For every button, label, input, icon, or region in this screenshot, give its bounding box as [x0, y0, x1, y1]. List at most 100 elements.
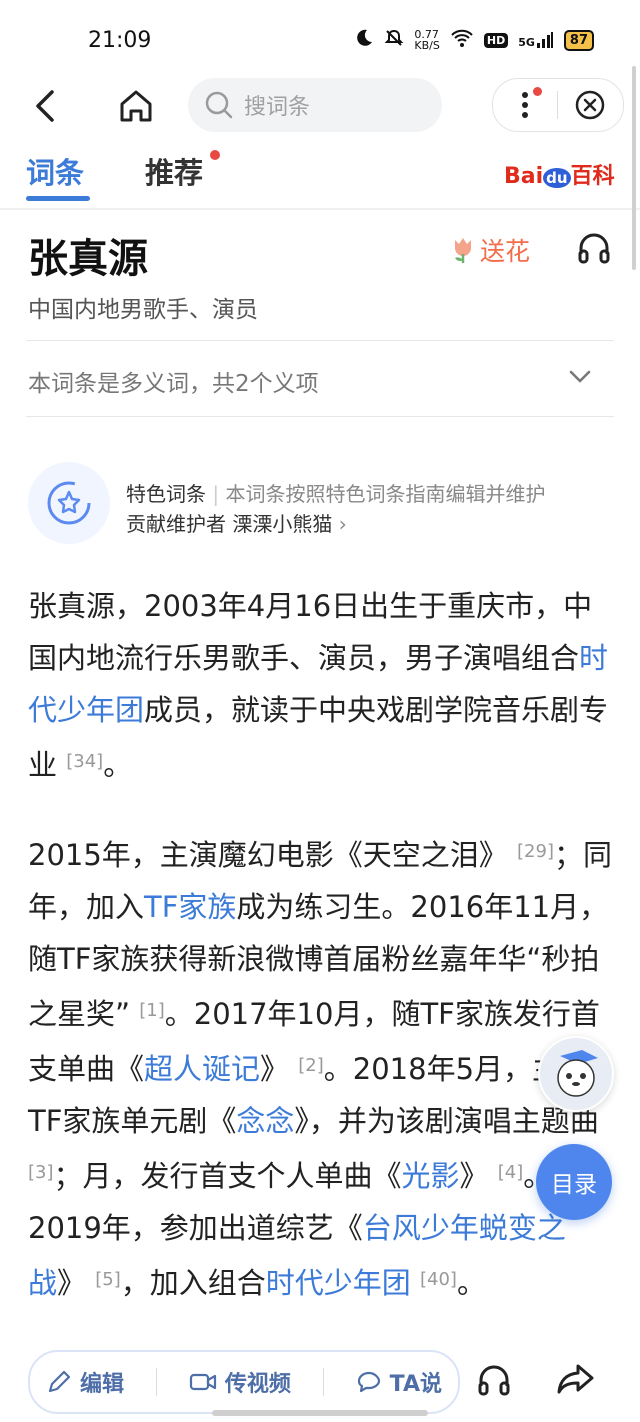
more-button[interactable] [493, 79, 557, 131]
text: 。 [103, 748, 133, 782]
action-pill: 编辑 传视频 TA说 [28, 1350, 460, 1414]
entry-title: 张真源 [28, 236, 148, 282]
chevron-down-icon[interactable] [568, 368, 592, 388]
career-paragraph: 2015年，主演魔幻电影《天空之泪》 [29]；同年，加入TF家族成为练习生。2… [28, 826, 612, 1309]
citation-ref[interactable]: [3] [28, 1162, 54, 1183]
featured-label: 特色词条 [126, 482, 206, 506]
close-circle-icon [575, 90, 605, 120]
citation-ref[interactable]: [5] [95, 1269, 121, 1290]
search-placeholder: 搜词条 [244, 95, 311, 120]
citation-ref[interactable]: [40] [420, 1269, 457, 1290]
status-time: 21:09 [88, 28, 152, 53]
citation-ref[interactable]: [29] [517, 841, 554, 862]
moon-icon [354, 28, 374, 52]
citation-ref[interactable]: [2] [298, 1055, 324, 1076]
search-icon [205, 91, 233, 119]
share-arrow-icon [557, 1364, 594, 1394]
listen-bottom-button[interactable] [476, 1362, 512, 1402]
battery-level: 87 [563, 29, 594, 51]
polysemy-selector[interactable]: 本词条是多义词，共2个义项 [28, 364, 319, 398]
citation-ref[interactable]: [34] [66, 751, 103, 772]
upload-video-button[interactable]: 传视频 [189, 1366, 291, 1398]
link-niannian[interactable]: 念念 [236, 1104, 294, 1138]
headphones-icon [578, 233, 610, 264]
tab-entry[interactable]: 词条 [26, 150, 84, 192]
citation-ref[interactable]: [4] [498, 1162, 524, 1183]
signal-label: 5G [518, 36, 535, 49]
contributor-link[interactable]: 贡献维护者 溧溧小熊猫 › [126, 508, 347, 537]
send-flower-label: 送花 [480, 237, 531, 266]
notification-dot [533, 87, 542, 96]
link-superman-song[interactable]: 超人诞记 [144, 1052, 260, 1086]
recommend-badge-dot [210, 150, 220, 160]
text: 。 [456, 1266, 486, 1300]
text: 2015年，主演魔幻电影《天空之泪》 [28, 838, 508, 872]
baidu-baike-logo: Bai du 百科 [504, 158, 615, 190]
link-tf-family[interactable]: TF家族 [144, 890, 236, 924]
upload-video-label: 传视频 [224, 1372, 291, 1397]
logo-baike: 百科 [570, 164, 615, 189]
edit-button[interactable]: 编辑 [46, 1366, 124, 1398]
home-indicator [212, 1410, 428, 1416]
logo-du: du [543, 168, 571, 188]
back-button[interactable] [26, 86, 66, 126]
hd-badge: HD [483, 32, 509, 48]
home-icon [120, 90, 152, 122]
text: ；月，发行首支个人单曲《 [53, 1159, 402, 1193]
text: 》 [260, 1052, 290, 1086]
contributor-name: 溧溧小熊猫 [232, 512, 333, 536]
share-button[interactable] [556, 1360, 596, 1402]
divider [322, 1368, 324, 1396]
divider [155, 1368, 157, 1396]
text: 》，并为该剧演唱主题曲 [294, 1104, 599, 1138]
status-icons: 0.77 KB/S HD 5G 87 [354, 28, 594, 52]
chat-bubble-icon [357, 1371, 380, 1393]
pencil-icon [48, 1370, 71, 1393]
ta-says-label: TA说 [389, 1372, 442, 1397]
featured-star-icon [47, 481, 91, 525]
entry-subtitle: 中国内地男歌手、演员 [28, 297, 258, 323]
divider [26, 340, 614, 341]
logo-bai: Bai [504, 164, 544, 189]
bell-off-icon [384, 28, 404, 52]
tab-active-indicator [26, 196, 90, 201]
net-speed: 0.77 KB/S [414, 29, 439, 51]
chevron-right-icon: › [338, 512, 347, 536]
home-button[interactable] [114, 84, 158, 128]
text: 》 [57, 1266, 87, 1300]
intro-paragraph: 张真源，2003年4月16日出生于重庆市，中国内地流行乐男歌手、演员，男子演唱组… [28, 580, 612, 791]
ta-says-button[interactable]: TA说 [356, 1366, 442, 1398]
send-flower-button[interactable]: 送花 [450, 232, 530, 268]
search-input[interactable]: 搜词条 [188, 78, 442, 132]
divider [26, 416, 614, 417]
mini-program-capsule [492, 78, 624, 132]
link-times-youth-group[interactable]: 时代少年团 [266, 1266, 411, 1300]
listen-button[interactable] [576, 230, 612, 270]
signal-icon: 5G [518, 31, 554, 49]
text: 》 [459, 1159, 489, 1193]
close-button[interactable] [558, 79, 622, 131]
header-divider [0, 208, 640, 210]
text: ，加入组合 [120, 1266, 266, 1300]
toc-button[interactable]: 目录 [536, 1144, 612, 1220]
contributor-label: 贡献维护者 [126, 512, 226, 536]
featured-entry-badge [28, 462, 110, 544]
featured-entry-info: 特色词条 | 本词条按照特色词条指南编辑并维护 [126, 478, 545, 507]
tulip-icon [455, 238, 471, 263]
more-vertical-icon [522, 92, 528, 118]
featured-desc: 本词条按照特色词条指南编辑并维护 [225, 482, 546, 506]
link-guangying[interactable]: 光影 [402, 1159, 460, 1193]
status-bar: 21:09 0.77 KB/S HD 5G 87 [0, 0, 640, 80]
citation-ref[interactable]: [1] [139, 1000, 165, 1021]
featured-divider: | [212, 482, 220, 506]
wifi-icon [450, 28, 474, 52]
mascot-assistant-button[interactable] [538, 1036, 614, 1112]
tab-recommend[interactable]: 推荐 [145, 150, 203, 192]
video-camera-icon [189, 1373, 216, 1391]
net-speed-unit: KB/S [414, 39, 440, 52]
panda-mascot-icon [557, 1050, 598, 1097]
chevron-left-icon [36, 90, 54, 122]
headphones-icon [478, 1365, 510, 1396]
edit-label: 编辑 [79, 1372, 124, 1397]
scrollbar[interactable] [632, 66, 636, 270]
